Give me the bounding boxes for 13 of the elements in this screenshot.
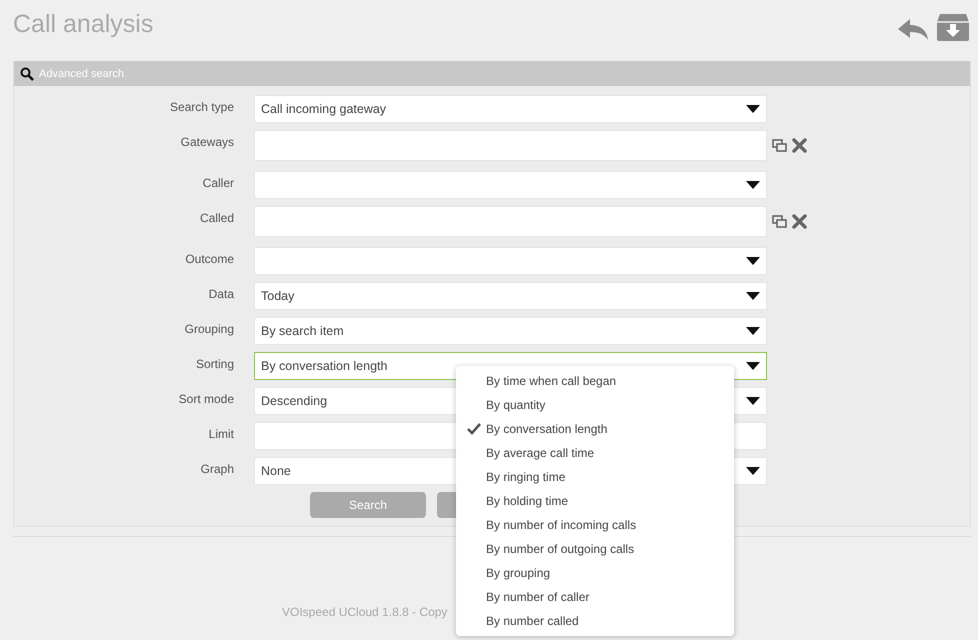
- field-label: Caller: [202, 175, 234, 190]
- field-label: Sort mode: [178, 391, 234, 406]
- field-label: Sorting: [194, 356, 234, 371]
- field-label: Gateways: [180, 134, 234, 149]
- page-title: Call analysis: [13, 10, 154, 39]
- footer-text: VOIspeed UCloud 1.8.8 - Copy: [282, 605, 448, 619]
- field-label: Outcome: [184, 251, 234, 266]
- field-label: Graph: [200, 461, 234, 476]
- field-label: Limit: [208, 426, 234, 441]
- field-label: Grouping: [184, 321, 234, 336]
- field-label: Data: [208, 286, 234, 301]
- field-label: Search type: [168, 99, 234, 114]
- field-label: Called: [198, 210, 234, 225]
